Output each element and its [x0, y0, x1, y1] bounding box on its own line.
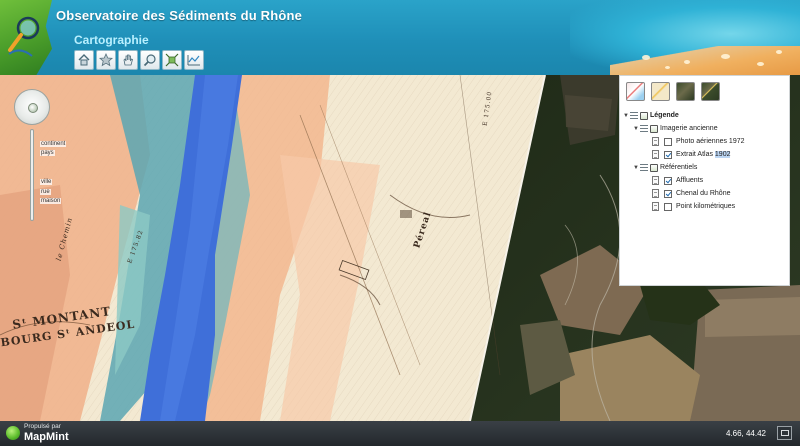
hand-pan-icon: [123, 54, 133, 66]
layer-group-icon: [630, 111, 638, 120]
zoom-control: continent pays ville rue maison: [14, 89, 67, 221]
home-button[interactable]: [74, 50, 94, 70]
layer-node-icon: [640, 111, 648, 120]
map-layer-icon[interactable]: [651, 82, 670, 101]
mapmint-logo-icon[interactable]: [6, 426, 20, 440]
layer-document-icon: [652, 150, 659, 159]
home-icon: [78, 54, 90, 66]
page-title: Cartographie: [74, 33, 149, 47]
layer-label: Affluents: [676, 177, 704, 184]
osm-layer-icon[interactable]: [626, 82, 645, 101]
site-title: Observatoire des Sédiments du Rhône: [56, 8, 303, 23]
group-label: Référentiels: [660, 164, 698, 171]
header-beach-decoration: [610, 46, 800, 75]
zoom-slider[interactable]: [30, 129, 34, 221]
zoom-level-continent[interactable]: continent: [40, 141, 67, 147]
app-footer: Propulsé par MapMint 4.66, 44.42: [0, 421, 800, 446]
layer-label-highlight: 1902: [714, 151, 731, 158]
fullscreen-button[interactable]: [777, 426, 792, 440]
layer-document-icon: [652, 202, 659, 211]
layer-label: Point kilométriques: [676, 203, 736, 210]
full-extent-icon: [165, 53, 179, 67]
zoom-level-pays[interactable]: pays: [40, 150, 55, 156]
layer-checkbox-affluents[interactable]: [664, 176, 672, 185]
layer-document-icon: [652, 189, 659, 198]
zoom-box-icon: [143, 54, 156, 67]
cursor-coordinates: 4.66, 44.42: [725, 429, 766, 438]
powered-by-label: Propulsé par: [24, 423, 61, 430]
satellite-layer-icon[interactable]: [676, 82, 695, 101]
collapse-arrow-icon[interactable]: ▼: [632, 126, 640, 132]
layer-label: Photo aériennes 1972: [676, 138, 745, 145]
zoom-level-maison[interactable]: maison: [40, 198, 62, 204]
layer-checkbox-chenal[interactable]: [664, 189, 672, 198]
profile-chart-icon: [187, 55, 200, 66]
layer-checkbox-atlas-1902[interactable]: [664, 150, 672, 159]
legend-root-label: Légende: [650, 112, 679, 119]
layer-document-icon: [652, 137, 659, 146]
legend-panel: ▼ Légende ▼ Imagerie ancienne Photo aéri…: [619, 75, 790, 286]
group-label: Imagerie ancienne: [660, 125, 718, 132]
hybrid-layer-icon[interactable]: [701, 82, 720, 101]
star-icon: [99, 53, 113, 67]
layer-checkbox-photo-1972[interactable]: [664, 137, 672, 146]
mapmint-brand-link[interactable]: MapMint: [24, 431, 69, 443]
layer-item[interactable]: Point kilométriques: [620, 200, 789, 213]
tree-root[interactable]: ▼ Légende: [620, 109, 789, 122]
magnifier-logo-icon: [8, 16, 40, 57]
tree-group-referentiels[interactable]: ▼ Référentiels: [620, 161, 789, 174]
collapse-arrow-icon[interactable]: ▼: [622, 113, 630, 119]
layer-node-icon: [650, 124, 658, 133]
layer-group-icon: [640, 124, 648, 133]
fullscreen-icon: [780, 430, 789, 436]
map-viewport[interactable]: Sᵗ MONTANT BOURG Sᵗ ANDEOL Péreal le Che…: [0, 75, 800, 421]
layer-item[interactable]: Photo aériennes 1972: [620, 135, 789, 148]
zoom-level-ville[interactable]: ville: [40, 179, 53, 185]
observatoire-logo[interactable]: [0, 0, 52, 75]
tree-group-imagerie[interactable]: ▼ Imagerie ancienne: [620, 122, 789, 135]
pan-wheel[interactable]: [14, 89, 50, 125]
full-extent-button[interactable]: [162, 50, 182, 70]
layer-item[interactable]: Chenal du Rhône: [620, 187, 789, 200]
app-header: Observatoire des Sédiments du Rhône Cart…: [0, 0, 800, 75]
pan-knob-icon[interactable]: [28, 103, 38, 113]
layer-item[interactable]: Affluents: [620, 174, 789, 187]
layer-node-icon: [650, 163, 658, 172]
profile-button[interactable]: [184, 50, 204, 70]
map-toolbar: [74, 50, 204, 70]
zoom-button[interactable]: [140, 50, 160, 70]
layer-document-icon: [652, 176, 659, 185]
layer-group-icon: [640, 163, 648, 172]
layer-checkbox-pk[interactable]: [664, 202, 672, 211]
layer-tree: ▼ Légende ▼ Imagerie ancienne Photo aéri…: [620, 104, 789, 213]
collapse-arrow-icon[interactable]: ▼: [632, 165, 640, 171]
layer-label: Extrait Atlas: [676, 151, 715, 158]
layer-item[interactable]: Extrait Atlas 1902: [620, 148, 789, 161]
pan-button[interactable]: [118, 50, 138, 70]
favorite-button[interactable]: [96, 50, 116, 70]
zoom-level-rue[interactable]: rue: [40, 189, 51, 195]
layer-label: Chenal du Rhône: [676, 190, 731, 197]
base-layer-switcher: [620, 76, 789, 104]
